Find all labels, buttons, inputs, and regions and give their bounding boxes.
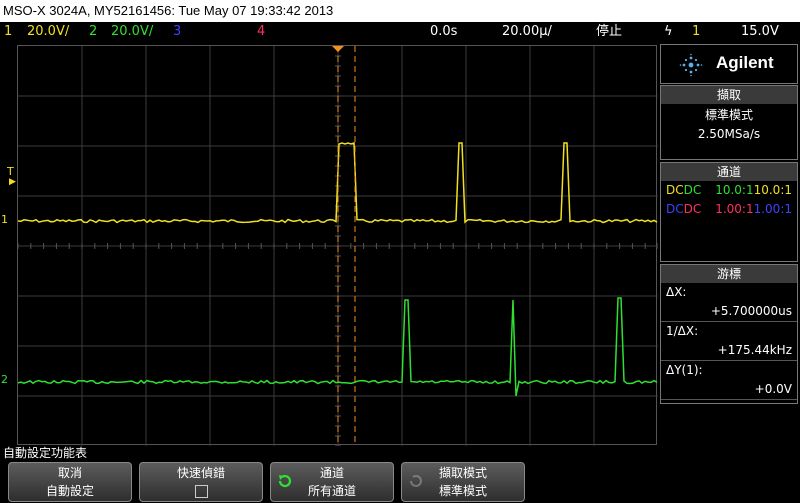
cursors-box[interactable]: 游標 ΔX: +5.700000us 1/ΔX: +175.44kHz ΔY(1…: [660, 264, 798, 404]
ch1-ground-marker[interactable]: 1: [1, 214, 8, 225]
trigger-edge-icon: ϟ: [664, 24, 673, 39]
ch2-probe-ratio: 10.0:1: [715, 183, 754, 197]
channels-button[interactable]: 通道 所有通道: [270, 462, 394, 502]
rotate-knob-icon: [408, 473, 424, 494]
ch2-scale[interactable]: 20.0V/: [111, 22, 153, 42]
sample-rate: 2.50MSa/s: [697, 127, 761, 141]
ch1-coupling: DC: [666, 183, 684, 197]
trigger-level[interactable]: 15.0V: [741, 22, 779, 42]
inverse-delta-x-label: 1/ΔX:: [666, 324, 699, 338]
ch1-probe-ratio: 10.0:1: [753, 183, 792, 197]
ch4-probe-ratio: 1.00:1: [715, 202, 754, 216]
fast-debug-button[interactable]: 快速偵錯: [139, 462, 263, 502]
run-state: 停止: [596, 24, 623, 39]
rotate-knob-icon: [277, 473, 293, 494]
ch2-number[interactable]: 2: [89, 22, 97, 42]
cancel-autoscale-button[interactable]: 取消 自動設定: [8, 462, 132, 502]
softkey-menu-title: 自動設定功能表: [3, 446, 88, 460]
ch1-scale[interactable]: 20.0V/: [27, 22, 69, 42]
trigger-arrow-icon: ▶: [9, 177, 16, 187]
cursors-header: 游標: [661, 265, 797, 283]
delay-readout[interactable]: 0.0s: [430, 22, 457, 42]
agilent-spark-icon: [679, 53, 703, 77]
softkey-line1: 快速偵錯: [176, 466, 225, 480]
softkey-line1: 取消: [57, 466, 82, 480]
delta-y-value: +0.0V: [661, 380, 797, 400]
waveform-display[interactable]: [17, 45, 658, 446]
delta-x-value: +5.700000us: [661, 302, 797, 322]
ch4-coupling: DC: [683, 202, 702, 216]
ch4-number[interactable]: 4: [257, 22, 265, 42]
window-title: MSO-X 3024A, MY52161456: Tue May 07 19:3…: [0, 0, 800, 22]
brand-box: Agilent: [660, 44, 798, 84]
timebase-readout[interactable]: 20.00µ/: [502, 22, 552, 42]
ch2-coupling: DC: [683, 183, 702, 197]
ch3-coupling: DC: [666, 202, 684, 216]
brand-name: Agilent: [716, 53, 774, 72]
trigger-position-marker[interactable]: [332, 46, 344, 52]
ch2-ground-marker[interactable]: 2: [1, 374, 8, 385]
delta-x-label: ΔX:: [666, 285, 687, 299]
acquisition-mode-button[interactable]: 擷取模式 標準模式: [401, 462, 525, 502]
acquisition-box[interactable]: 擷取 標準模式 2.50MSa/s: [660, 85, 798, 160]
channels-header: 通道: [661, 163, 797, 181]
fast-debug-checkbox[interactable]: [194, 485, 208, 498]
softkey-line2: 自動設定: [45, 484, 94, 498]
status-row: 1 20.0V/ 2 20.0V/ 3 4 0.0s 20.00µ/ 停止 ϟ …: [0, 22, 800, 42]
trigger-level-marker[interactable]: T: [7, 166, 14, 177]
delta-y-label: ΔY(1):: [666, 363, 703, 377]
ch3-probe-ratio: 1.00:1: [753, 202, 792, 216]
acquisition-mode: 標準模式: [704, 108, 753, 122]
ch3-number[interactable]: 3: [173, 22, 181, 42]
right-panel: Agilent 擷取 標準模式 2.50MSa/s 通道 DC 10.0:1 D…: [660, 44, 800, 444]
channels-box[interactable]: 通道 DC 10.0:1 DC 10.0:1 DC 1.00:1 DC 1.00…: [660, 162, 798, 262]
acquisition-header: 擷取: [661, 86, 797, 104]
trigger-source[interactable]: 1: [692, 22, 700, 42]
inverse-delta-x-value: +175.44kHz: [661, 341, 797, 361]
ch1-number[interactable]: 1: [4, 22, 12, 42]
